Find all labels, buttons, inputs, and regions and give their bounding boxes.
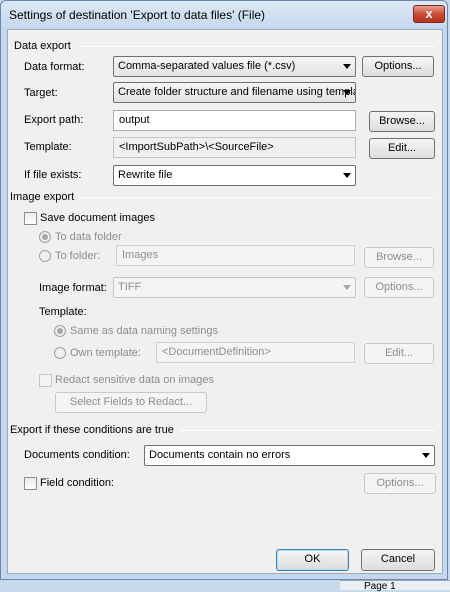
close-icon: x [425,6,433,21]
target-value: Create folder structure and filename usi… [118,86,356,98]
window-title: Settings of destination 'Export to data … [9,8,266,22]
chevron-down-icon [422,453,430,458]
to-data-folder-radio[interactable] [39,231,51,243]
target-label: Target: [24,87,58,99]
redact-label[interactable]: Redact sensitive data on images [55,374,214,386]
same-as-data-label[interactable]: Same as data naming settings [70,325,218,337]
chevron-down-icon [343,64,351,69]
settings-dialog: Settings of destination 'Export to data … [0,0,448,580]
chevron-down-icon [343,173,351,178]
field-condition-label[interactable]: Field condition: [40,477,114,489]
image-format-options-button[interactable]: Options... [364,277,434,298]
conditions-divider [180,430,435,431]
chevron-down-icon [343,90,351,95]
data-format-label: Data format: [24,61,85,73]
own-template-edit-button[interactable]: Edit... [364,343,434,364]
save-images-checkbox[interactable] [24,212,37,225]
own-template-field: <DocumentDefinition> [156,342,355,363]
save-images-label[interactable]: Save document images [40,212,155,224]
export-path-input[interactable]: output [113,110,356,131]
title-bar: Settings of destination 'Export to data … [1,1,449,29]
own-template-radio[interactable] [54,347,66,359]
background-page-label: Page 1 [364,581,396,592]
image-template-heading: Template: [39,306,87,318]
data-format-value: Comma-separated values file (*.csv) [118,60,296,72]
ok-button[interactable]: OK [276,549,349,571]
if-file-exists-value: Rewrite file [118,169,173,181]
image-format-combo[interactable]: TIFF [113,277,356,298]
field-condition-options-button[interactable]: Options... [364,473,436,494]
data-export-heading: Data export [14,40,71,52]
documents-condition-label: Documents condition: [24,449,130,461]
to-data-folder-label[interactable]: To data folder [55,231,122,243]
export-path-browse-button[interactable]: Browse... [369,111,435,132]
redact-checkbox[interactable] [39,374,52,387]
image-export-heading: Image export [10,191,75,203]
dialog-body: Data export Data format: Comma-separated… [7,29,443,574]
data-format-options-button[interactable]: Options... [362,56,434,77]
data-export-divider [80,46,435,47]
close-button[interactable]: x [413,5,445,23]
documents-condition-value: Documents contain no errors [149,449,291,461]
conditions-heading: Export if these conditions are true [10,424,174,436]
to-folder-radio[interactable] [39,250,51,262]
documents-condition-combo[interactable]: Documents contain no errors [144,445,435,466]
to-folder-label[interactable]: To folder: [55,250,100,262]
export-path-label: Export path: [24,114,84,126]
if-file-exists-combo[interactable]: Rewrite file [113,165,356,186]
cancel-button[interactable]: Cancel [361,549,435,571]
select-fields-to-redact-button[interactable]: Select Fields to Redact... [55,392,207,413]
image-browse-button[interactable]: Browse... [364,247,434,268]
chevron-down-icon [343,285,351,290]
if-file-exists-label: If file exists: [24,169,82,181]
image-export-divider [78,197,435,198]
own-template-label[interactable]: Own template: [70,347,141,359]
same-as-data-radio[interactable] [54,325,66,337]
target-combo[interactable]: Create folder structure and filename usi… [113,82,356,103]
template-label: Template: [24,141,72,153]
image-format-label: Image format: [39,282,107,294]
data-format-combo[interactable]: Comma-separated values file (*.csv) [113,56,356,77]
template-edit-button[interactable]: Edit... [369,138,435,159]
to-folder-input[interactable]: Images [116,245,355,266]
image-format-value: TIFF [118,281,142,293]
field-condition-checkbox[interactable] [24,477,37,490]
template-field: <ImportSubPath>\<SourceFile> [113,137,356,158]
